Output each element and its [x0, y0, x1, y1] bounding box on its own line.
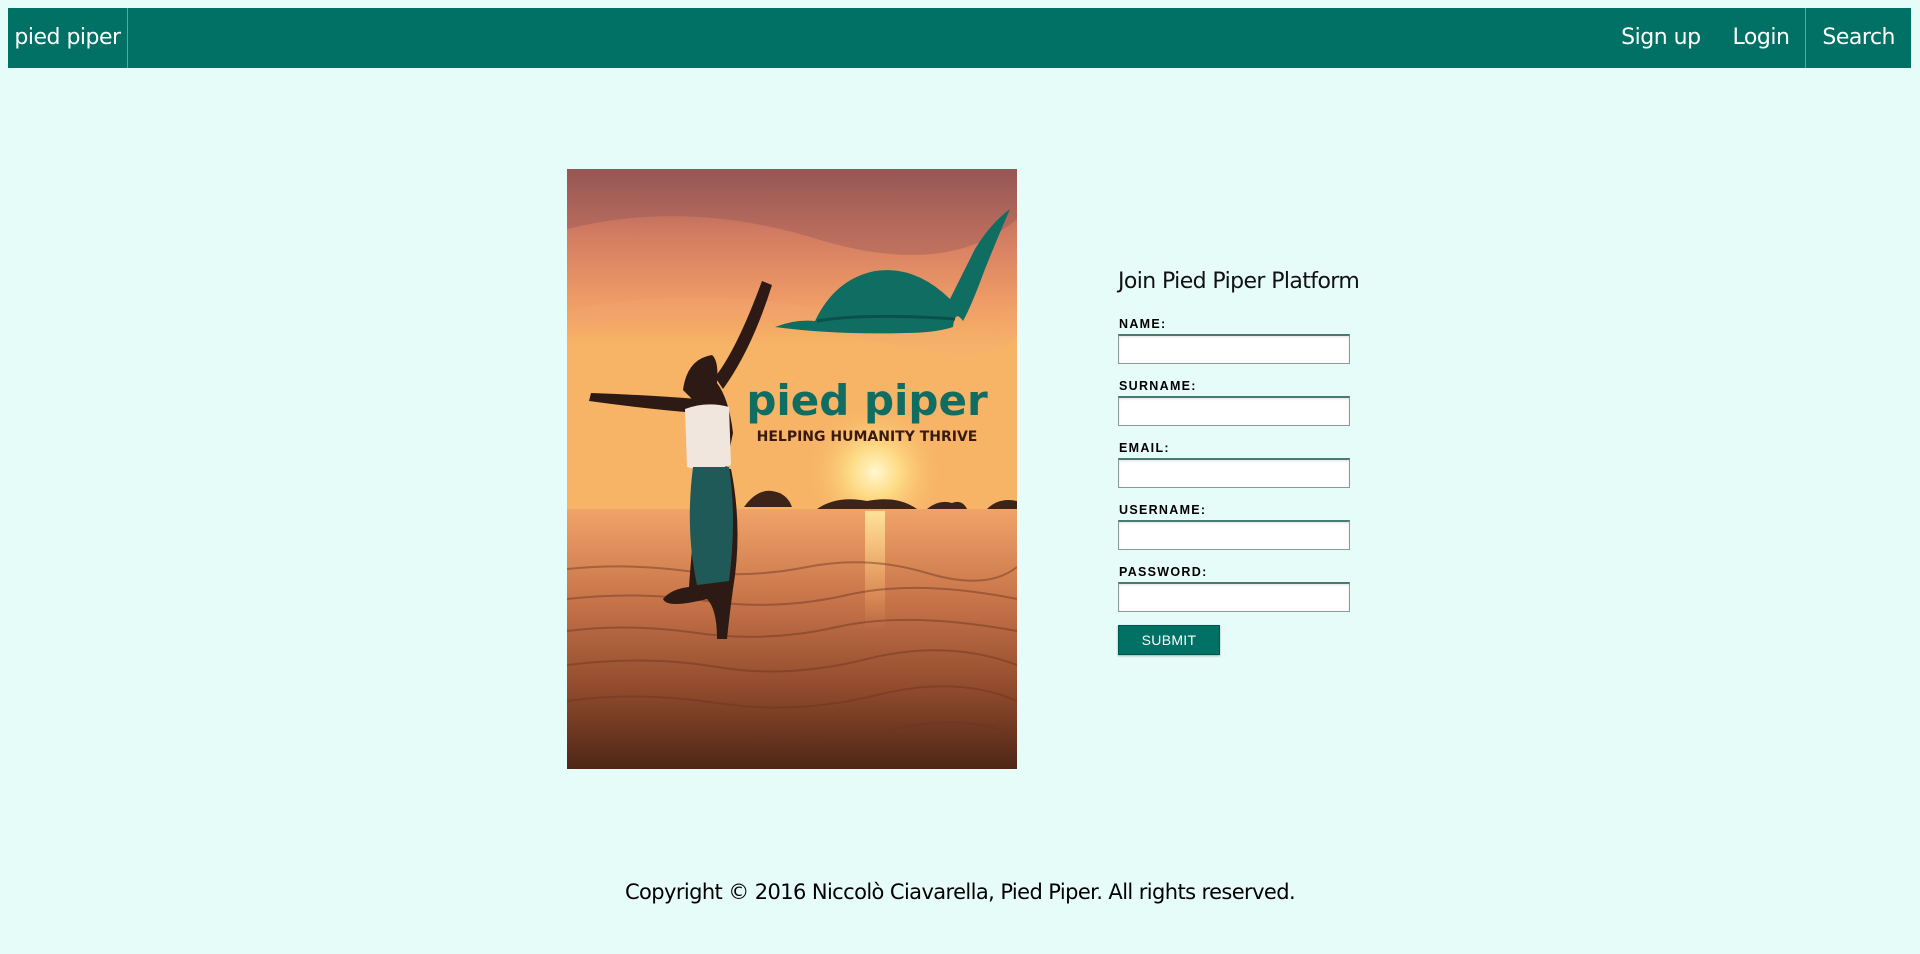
- signup-link[interactable]: Sign up: [1605, 8, 1716, 68]
- password-label: PASSWORD:: [1119, 565, 1208, 579]
- submit-button[interactable]: SUBMIT: [1118, 625, 1220, 655]
- username-input[interactable]: [1118, 520, 1350, 550]
- name-input[interactable]: [1118, 334, 1350, 364]
- sunset-beach-photo: pied piper HELPING HUMANITY THRIVE: [567, 169, 1017, 769]
- password-input[interactable]: [1118, 582, 1350, 612]
- search-link[interactable]: Search: [1805, 8, 1911, 68]
- email-input[interactable]: [1118, 458, 1350, 488]
- login-link[interactable]: Login: [1717, 8, 1806, 68]
- surname-label: SURNAME:: [1119, 379, 1197, 393]
- surname-input[interactable]: [1118, 396, 1350, 426]
- email-label: EMAIL:: [1119, 441, 1170, 455]
- signup-form: Join Pied Piper Platform NAME: SURNAME: …: [1118, 262, 1378, 655]
- top-navbar: pied piper Sign up Login Search: [8, 8, 1911, 68]
- hero-image: pied piper HELPING HUMANITY THRIVE: [567, 169, 1017, 769]
- form-title: Join Pied Piper Platform: [1118, 269, 1360, 294]
- name-label: NAME:: [1119, 317, 1167, 331]
- footer-copyright: Copyright © 2016 Niccolò Ciavarella, Pie…: [624, 880, 1296, 904]
- username-label: USERNAME:: [1119, 503, 1207, 517]
- nav-links: Sign up Login Search: [1605, 8, 1911, 68]
- logo-tagline: HELPING HUMANITY THRIVE: [757, 429, 978, 445]
- logo-text: pied piper: [746, 376, 988, 425]
- brand-link[interactable]: pied piper: [8, 8, 128, 68]
